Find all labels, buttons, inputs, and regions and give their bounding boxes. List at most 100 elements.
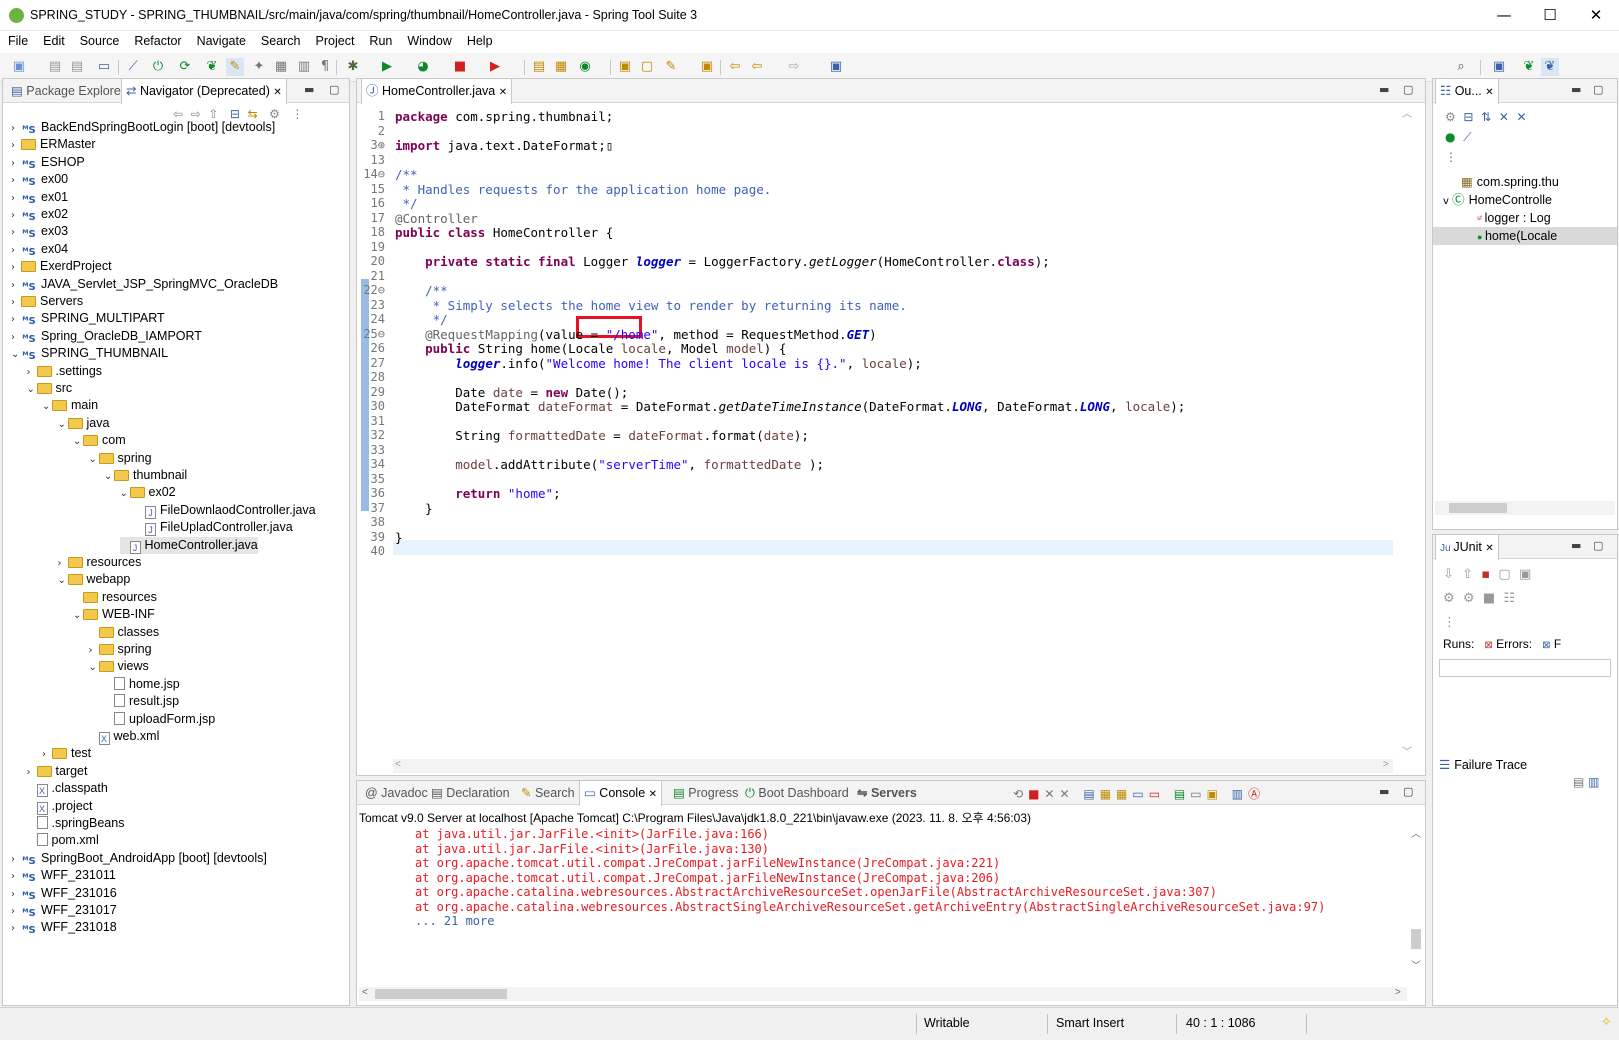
code-line[interactable]: public class HomeController {: [395, 225, 613, 240]
code-line[interactable]: }: [395, 501, 433, 516]
minimize-icon[interactable]: ▬: [304, 83, 314, 96]
menu-project[interactable]: Project: [308, 31, 362, 48]
chevron-right-icon[interactable]: ›: [11, 120, 21, 137]
block-icon[interactable]: ▥: [295, 58, 313, 76]
tab-package-explorer[interactable]: ▤ Package Explorer: [7, 79, 129, 103]
tree-item[interactable]: ⌄ spring: [89, 450, 152, 467]
code-line[interactable]: DateFormat dateFormat = DateFormat.getDa…: [395, 399, 1185, 414]
code-line[interactable]: /**: [395, 283, 448, 298]
maximize-button[interactable]: ☐: [1527, 0, 1573, 31]
editor-hscroll[interactable]: < >: [393, 759, 1393, 773]
menu-file[interactable]: File: [0, 31, 35, 48]
scroll-down-icon[interactable]: ﹀: [1411, 957, 1421, 972]
spring-perspective-icon[interactable]: ❦: [1520, 58, 1538, 76]
code-line[interactable]: */: [395, 312, 448, 327]
refresh-icon[interactable]: ⟳: [176, 58, 194, 76]
next-failure-icon[interactable]: ⇩: [1443, 567, 1454, 582]
tab-progress[interactable]: ▤ Progress: [669, 781, 742, 805]
compare-icon[interactable]: ▥: [1588, 775, 1599, 789]
java-perspective-icon[interactable]: ❦: [1541, 58, 1559, 76]
tree-item[interactable]: ⌄ main: [42, 397, 98, 414]
outline-hscroll[interactable]: [1435, 501, 1615, 515]
chevron-down-icon[interactable]: ⌄: [42, 398, 52, 415]
code-line[interactable]: import java.text.DateFormat;▯: [395, 138, 613, 153]
collapse-icon[interactable]: ⊟: [1463, 110, 1473, 124]
chevron-right-icon[interactable]: ›: [11, 137, 21, 154]
chevron-right-icon[interactable]: ›: [58, 555, 68, 572]
tree-item[interactable]: Xweb.xml: [89, 728, 159, 745]
code-line[interactable]: }: [395, 530, 403, 545]
tree-item[interactable]: ⌄ WEB-INF: [73, 606, 155, 623]
scroll-left-icon[interactable]: <: [395, 759, 401, 770]
outline-package[interactable]: ▦ com.spring.thu: [1433, 173, 1617, 191]
coverage-icon[interactable]: ◕: [414, 58, 432, 76]
chevron-right-icon[interactable]: ›: [11, 155, 21, 172]
menu-help[interactable]: Help: [459, 31, 500, 48]
menu-navigate[interactable]: Navigate: [189, 31, 253, 48]
chevron-right-icon[interactable]: ›: [27, 764, 37, 781]
external-tools-icon[interactable]: ▶: [486, 58, 504, 76]
chevron-right-icon[interactable]: ›: [11, 242, 21, 259]
pin-console-icon[interactable]: ▤: [1174, 787, 1190, 801]
chevron-down-icon[interactable]: ⌄: [89, 659, 99, 676]
highlight-icon[interactable]: ✎: [226, 58, 244, 76]
hide-nonpublic-icon[interactable]: ✕: [1517, 110, 1527, 124]
chevron-right-icon[interactable]: ›: [11, 886, 21, 903]
tree-item[interactable]: ⌄ src: [27, 380, 73, 397]
tree-item[interactable]: result.jsp: [104, 693, 179, 710]
scroll-lock-icon[interactable]: ▢: [1498, 567, 1510, 582]
open-folder-icon[interactable]: ▢: [638, 58, 656, 76]
show-out-icon[interactable]: ▭: [1132, 787, 1148, 801]
code-line[interactable]: private static final Logger logger = Log…: [395, 254, 1050, 269]
tab-boot-dashboard[interactable]: ⏻ Boot Dashboard: [741, 781, 853, 805]
tree-item[interactable]: › resources: [58, 554, 142, 571]
close-icon[interactable]: ✕: [499, 87, 507, 98]
console-vscroll-thumb[interactable]: [1411, 929, 1421, 949]
lightbulb-icon[interactable]: ✧: [1601, 1015, 1612, 1030]
tree-item[interactable]: ⌄ ex02: [120, 484, 176, 501]
save-icon[interactable]: ▤: [46, 58, 64, 76]
chevron-down-icon[interactable]: ⌄: [58, 416, 68, 433]
tree-item[interactable]: › ᴹS ex00: [11, 171, 68, 188]
chevron-right-icon[interactable]: ›: [11, 294, 21, 311]
console-hscroll[interactable]: < >: [359, 987, 1407, 1001]
chevron-right-icon[interactable]: ›: [11, 190, 21, 207]
tree-item[interactable]: › spring: [89, 641, 152, 658]
console-output[interactable]: at java.util.jar.JarFile.<init>(JarFile.…: [357, 825, 1409, 975]
menu-edit[interactable]: Edit: [35, 31, 72, 48]
chevron-right-icon[interactable]: ›: [27, 364, 37, 381]
chevron-down-icon[interactable]: ⌄: [11, 346, 21, 363]
code-line[interactable]: Date date = new Date();: [395, 385, 628, 400]
chevron-right-icon[interactable]: ›: [11, 903, 21, 920]
clear-console-icon[interactable]: ▤: [1083, 787, 1099, 801]
tree-item[interactable]: › ᴹS ex01: [11, 189, 68, 206]
chevron-right-icon[interactable]: ›: [42, 746, 52, 763]
tree-item[interactable]: › target: [27, 763, 88, 780]
code-line[interactable]: return "home";: [395, 486, 560, 501]
rerun-icon[interactable]: ⚙: [1443, 591, 1455, 606]
new-java-project-icon[interactable]: ▤: [530, 58, 548, 76]
tree-item[interactable]: › ᴹS WFF_231018: [11, 919, 117, 936]
new-package-icon[interactable]: ▦: [552, 58, 570, 76]
skip-breakpoints-icon[interactable]: ⟋: [124, 58, 142, 76]
chevron-right-icon[interactable]: ›: [11, 224, 21, 241]
tree-item[interactable]: J FileUpladController.java: [135, 519, 293, 537]
tree-item[interactable]: uploadForm.jsp: [104, 711, 215, 728]
minimize-icon[interactable]: ▬: [1571, 539, 1581, 552]
chevron-down-icon[interactable]: v: [1443, 196, 1452, 207]
pin-editor-icon[interactable]: ▣: [827, 58, 845, 76]
chevron-right-icon[interactable]: ›: [11, 259, 21, 276]
mark-icon[interactable]: ✦: [250, 58, 268, 76]
tree-item[interactable]: › ᴹS WFF_231017: [11, 902, 117, 919]
scroll-left-icon[interactable]: <: [362, 987, 368, 998]
stop-run-icon[interactable]: ■: [1483, 591, 1495, 606]
maximize-icon[interactable]: ▢: [1593, 539, 1603, 552]
code-line[interactable]: @Controller: [395, 211, 478, 226]
chevron-right-icon[interactable]: ›: [11, 277, 21, 294]
scroll-lock-icon[interactable]: ▦: [1100, 787, 1116, 801]
scroll-up-icon[interactable]: ︿: [1411, 825, 1421, 840]
eclipse-icon[interactable]: Ⓐ: [1248, 787, 1265, 801]
view-menu-icon[interactable]: ⋮: [1445, 150, 1457, 164]
tree-item[interactable]: › ᴹS ex02: [11, 206, 68, 223]
code-line[interactable]: @RequestMapping(value = "/home", method …: [395, 327, 877, 342]
